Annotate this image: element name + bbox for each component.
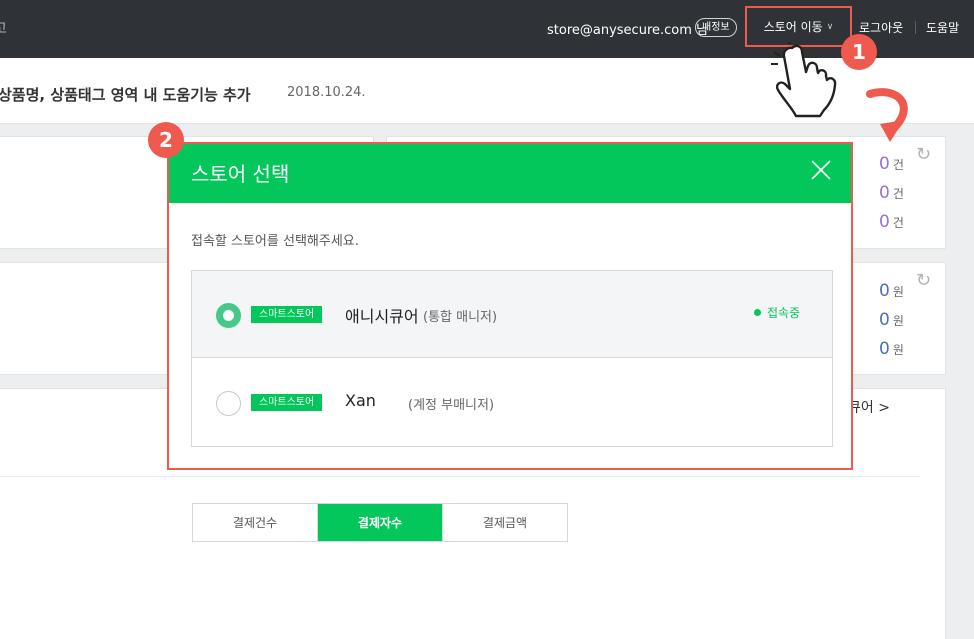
tab-payer-count[interactable]: 결제자수 bbox=[318, 504, 443, 541]
count-value-2[interactable]: 0건 bbox=[879, 183, 904, 203]
notice-date: 2018.10.24. bbox=[287, 85, 366, 100]
close-icon[interactable] bbox=[809, 158, 833, 182]
refresh-icon[interactable]: ↻ bbox=[916, 270, 931, 291]
store-move-button[interactable]: 스토어 이동 ∨ bbox=[745, 6, 852, 47]
divider bbox=[915, 21, 916, 34]
menu-text-fragment[interactable]: 고 bbox=[0, 18, 7, 38]
status-dot-icon bbox=[754, 309, 761, 316]
notice-title[interactable]: 상품명, 상품태그 영역 내 도움기능 추가 bbox=[0, 84, 251, 105]
count-value-3[interactable]: 0건 bbox=[879, 212, 904, 232]
refresh-icon[interactable]: ↻ bbox=[916, 144, 931, 165]
payment-tab-group: 결제건수 결제자수 결제금액 bbox=[192, 503, 568, 542]
sales-card-divider bbox=[0, 476, 920, 477]
store-option-xan[interactable]: 스마트스토어 Xan (계정 부매니저) bbox=[192, 359, 832, 446]
chevron-down-icon: ∨ bbox=[826, 21, 834, 32]
user-email: store@anysecure.com 님 bbox=[547, 23, 708, 38]
amount-value-3[interactable]: 0원 bbox=[879, 339, 904, 359]
store-list: 스마트스토어 애니시큐어 (통합 매니저) 접속중 스마트스토어 Xan (계정… bbox=[191, 270, 833, 447]
logout-link[interactable]: 로그아웃 bbox=[859, 19, 903, 36]
store-type-badge: 스마트스토어 bbox=[251, 394, 323, 411]
tab-payment-amount[interactable]: 결제금액 bbox=[443, 504, 567, 541]
store-role: (계정 부매니저) bbox=[408, 398, 495, 413]
radio-selected[interactable] bbox=[216, 303, 241, 328]
store-name: Xan bbox=[345, 391, 376, 410]
store-role: (통합 매니저) bbox=[423, 310, 498, 325]
modal-title: 스토어 선택 bbox=[191, 162, 290, 186]
pointing-hand-icon bbox=[771, 42, 837, 118]
store-link[interactable]: 큐어 > bbox=[848, 397, 890, 417]
help-link[interactable]: 도움말 bbox=[926, 19, 959, 36]
amount-value-1[interactable]: 0원 bbox=[879, 281, 904, 301]
count-value-1[interactable]: 0건 bbox=[879, 154, 904, 174]
curved-arrow-icon bbox=[866, 88, 908, 142]
tab-payment-count[interactable]: 결제건수 bbox=[193, 504, 318, 541]
my-info-button[interactable]: 내정보 bbox=[695, 18, 737, 37]
store-select-modal: 스토어 선택 접속할 스토어를 선택해주세요. 스마트스토어 애니시큐어 (통합… bbox=[167, 142, 853, 470]
radio-unselected[interactable] bbox=[216, 391, 241, 416]
modal-header: 스토어 선택 bbox=[169, 144, 851, 203]
connected-status: 접속중 bbox=[754, 304, 800, 321]
callout-badge-2: 2 bbox=[148, 122, 184, 158]
store-type-badge: 스마트스토어 bbox=[251, 306, 323, 323]
amount-value-2[interactable]: 0원 bbox=[879, 310, 904, 330]
store-option-anysecure[interactable]: 스마트스토어 애니시큐어 (통합 매니저) 접속중 bbox=[192, 271, 832, 358]
store-move-label: 스토어 이동 bbox=[763, 20, 823, 34]
modal-description: 접속할 스토어를 선택해주세요. bbox=[191, 234, 359, 249]
store-name: 애니시큐어 bbox=[345, 307, 419, 326]
